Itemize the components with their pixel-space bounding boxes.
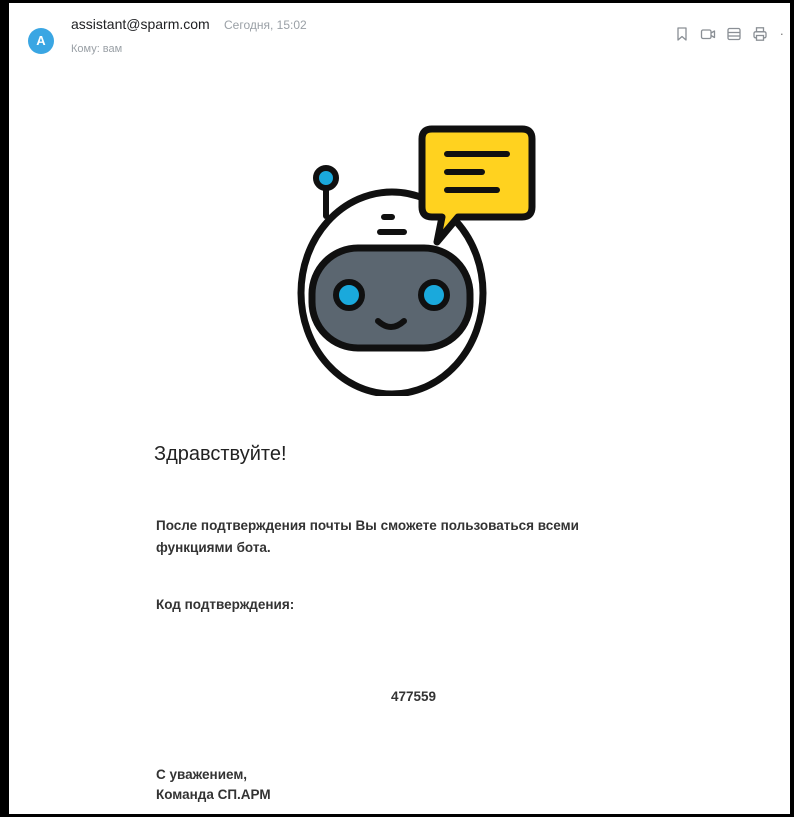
paragraph-line-1: После подтверждения почты Вы сможете пол… — [156, 518, 579, 533]
right-eye — [418, 279, 450, 311]
recipient-value[interactable]: вам — [103, 43, 122, 55]
video-icon[interactable] — [700, 26, 716, 42]
bookmark-icon[interactable] — [674, 26, 690, 42]
left-eye — [333, 279, 365, 311]
greeting: Здравствуйте! — [154, 443, 287, 465]
signoff-line-2: Команда СП.АРМ — [156, 787, 271, 802]
print-icon[interactable] — [752, 26, 768, 42]
recipient-line: Кому: вам — [71, 43, 125, 55]
confirmation-paragraph: После подтверждения почты Вы сможете пол… — [156, 515, 626, 559]
message-date: Сегодня, 15:02 — [224, 18, 307, 32]
robot-chat-illustration — [297, 125, 536, 396]
code-label: Код подтверждения: — [156, 597, 295, 612]
more-options-icon[interactable]: · — [780, 26, 784, 42]
signoff-line-1: С уважением, — [156, 767, 248, 782]
paragraph-line-2: функциями бота. — [156, 540, 271, 555]
calendar-icon[interactable] — [726, 26, 742, 42]
antenna-ball — [313, 165, 339, 191]
sender-email[interactable]: assistant@sparm.com — [71, 16, 210, 32]
speech-bubble — [418, 125, 536, 246]
message-actions: · — [664, 24, 786, 44]
verification-code[interactable]: 477559 — [391, 689, 436, 704]
message-header: A assistant@sparm.com Сегодня, 15:02 Ком… — [18, 6, 786, 66]
recipient-label: Кому: — [71, 43, 100, 55]
signoff: С уважением, Команда СП.АРМ — [156, 765, 271, 805]
avatar[interactable]: A — [28, 28, 54, 54]
email-window: A assistant@sparm.com Сегодня, 15:02 Ком… — [0, 0, 794, 817]
